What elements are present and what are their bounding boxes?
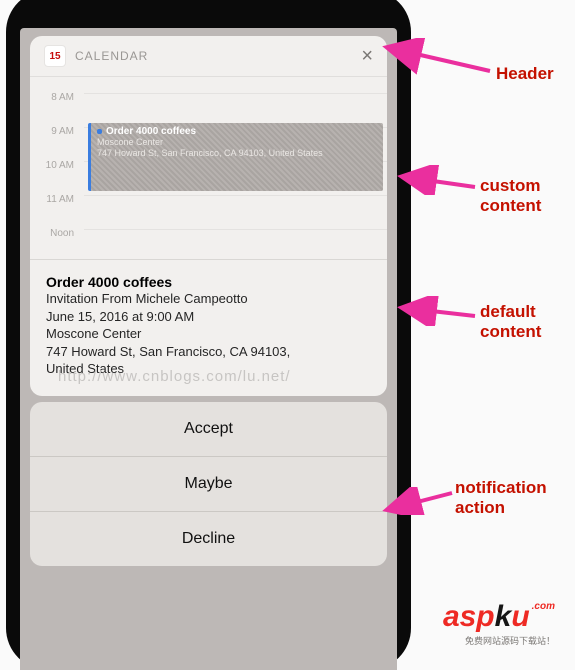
annotation-custom: custom content bbox=[480, 176, 570, 216]
arrow-icon bbox=[395, 165, 480, 195]
calendar-icon: 15 bbox=[44, 45, 66, 67]
timeline: 8 AM 9 AM 10 AM 11 AM Noon Order 4000 co… bbox=[30, 77, 387, 259]
phone-screen: 15 CALENDAR × 8 AM 9 AM 10 AM 11 AM Noon… bbox=[20, 28, 397, 670]
watermark-text: http://www.cnblogs.com/lu.net/ bbox=[58, 368, 291, 385]
detail-address-1: 747 Howard St, San Francisco, CA 94103, bbox=[46, 343, 371, 361]
arrow-icon bbox=[380, 487, 460, 515]
annotation-default: default content bbox=[480, 302, 570, 342]
detail-location: Moscone Center bbox=[46, 325, 371, 343]
notification-card: 15 CALENDAR × 8 AM 9 AM 10 AM 11 AM Noon… bbox=[30, 36, 387, 396]
logo-subtitle: 免费网站源码下载站！ bbox=[443, 634, 555, 647]
annotation-header: Header bbox=[496, 64, 554, 84]
logo-suffix: .com bbox=[532, 601, 555, 612]
maybe-button[interactable]: Maybe bbox=[30, 457, 387, 512]
event-location: Moscone Center bbox=[97, 137, 377, 148]
arrow-icon bbox=[395, 296, 480, 326]
detail-title: Order 4000 coffees bbox=[46, 274, 371, 290]
event-title: Order 4000 coffees bbox=[106, 126, 196, 137]
hour-label: 11 AM bbox=[30, 195, 84, 205]
hour-label: 9 AM bbox=[30, 127, 84, 137]
close-icon[interactable]: × bbox=[361, 46, 373, 66]
notification-header: 15 CALENDAR × bbox=[30, 36, 387, 77]
event-address: 747 Howard St, San Francisco, CA 94103, … bbox=[97, 148, 377, 159]
detail-datetime: June 15, 2016 at 9:00 AM bbox=[46, 308, 371, 326]
annotation-action: notification action bbox=[455, 478, 565, 518]
hour-label: 8 AM bbox=[30, 93, 84, 103]
hour-label: Noon bbox=[30, 229, 84, 239]
logo-text: asp bbox=[443, 600, 495, 633]
notification-actions: Accept Maybe Decline bbox=[30, 402, 387, 566]
accept-button[interactable]: Accept bbox=[30, 402, 387, 457]
detail-invitation: Invitation From Michele Campeotto bbox=[46, 290, 371, 308]
phone-frame: 15 CALENDAR × 8 AM 9 AM 10 AM 11 AM Noon… bbox=[6, 0, 411, 670]
header-title: CALENDAR bbox=[75, 49, 361, 63]
hour-label: 10 AM bbox=[30, 161, 84, 171]
arrow-icon bbox=[380, 38, 495, 78]
calendar-event-block[interactable]: Order 4000 coffees Moscone Center 747 Ho… bbox=[88, 123, 383, 191]
decline-button[interactable]: Decline bbox=[30, 512, 387, 566]
site-logo: aspku.com 免费网站源码下载站！ bbox=[443, 602, 555, 647]
event-color-dot bbox=[97, 129, 102, 134]
